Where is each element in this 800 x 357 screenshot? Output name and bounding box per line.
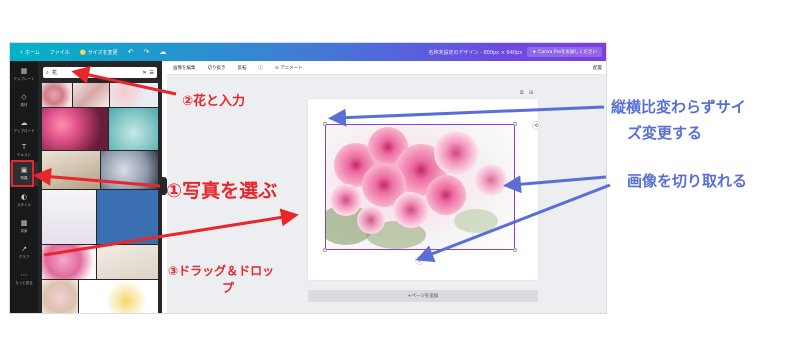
rail-label: もっと見る xyxy=(15,281,33,285)
cloud-save-button[interactable]: ☁ xyxy=(154,47,171,56)
photo-thumbnail[interactable] xyxy=(110,83,158,107)
photo-thumbnail[interactable] xyxy=(101,151,158,189)
rail-label: テキスト xyxy=(17,153,31,157)
canva-editor-window: ‹ ホーム ファイル ● サイズを変更 ↶ ↷ ☁ 名称未設定のデザイン - 8… xyxy=(9,42,607,314)
rotate-handle[interactable]: ↻ xyxy=(415,256,424,265)
photo-thumbnail[interactable] xyxy=(73,83,109,107)
resize-handle-top-left[interactable] xyxy=(323,122,327,126)
rail-item-styles[interactable]: ◐ スタイル xyxy=(10,189,38,213)
annotation-step1: ①写真を選ぶ xyxy=(166,180,278,202)
photo-thumbnail[interactable] xyxy=(42,108,108,150)
editor-toolbar: 画像を編集 切り抜き 反転 ⓘ ⊙ アニメート 配置 xyxy=(167,61,606,75)
rail-item-uploads[interactable]: ☁ アップロード xyxy=(10,115,38,139)
rail-item-charts[interactable]: ↗ グラフ xyxy=(10,241,38,265)
redo-button[interactable]: ↷ xyxy=(139,47,155,56)
crop-button[interactable]: 切り抜き xyxy=(202,65,232,71)
rail-label: スタイル xyxy=(17,203,31,207)
info-icon[interactable]: ⓘ xyxy=(253,65,270,71)
home-label: ホーム xyxy=(24,49,40,56)
annotation-resize-line2: ズ変更する xyxy=(627,124,703,142)
copy-style-button[interactable]: ⟲ xyxy=(532,121,541,130)
search-input[interactable]: ⌕ 花 ✕ ☰ xyxy=(43,67,157,78)
file-menu[interactable]: ファイル xyxy=(45,49,75,56)
side-rail: ▦ テンプレート ◇ 素材 ☁ アップロード T テキスト ▣ 写真 ◐ スタイ… xyxy=(10,61,38,313)
flip-button[interactable]: 反転 xyxy=(232,65,253,71)
rail-label: アップロード xyxy=(13,129,35,133)
undo-button[interactable]: ↶ xyxy=(123,47,139,56)
flower-photo xyxy=(326,125,514,249)
annotation-resize-line1: 縦横比変わらずサイ xyxy=(611,98,746,116)
rotate-icon: ↻ xyxy=(417,257,422,264)
photos-highlight-box xyxy=(11,160,34,187)
file-label: ファイル xyxy=(49,49,70,56)
resize-handle-bottom-left[interactable] xyxy=(323,248,327,252)
photo-thumbnail[interactable] xyxy=(42,190,96,244)
photo-thumbnail[interactable] xyxy=(97,190,158,244)
placed-flower-image[interactable] xyxy=(325,124,515,250)
annotation-crop-note: 画像を切り取れる xyxy=(627,172,748,190)
upload-icon: ☁ xyxy=(20,119,28,127)
resize-handle-top-right[interactable] xyxy=(513,122,517,126)
rail-item-background[interactable]: ▩ 背景 xyxy=(10,215,38,239)
chart-icon: ↗ xyxy=(21,245,27,253)
photo-thumbnail[interactable] xyxy=(42,83,72,107)
undo-icon: ↶ xyxy=(127,47,134,56)
photo-thumbnail[interactable] xyxy=(109,108,158,150)
animate-label: アニメート xyxy=(280,65,303,71)
annotation-step2: ②花と入力 xyxy=(182,94,246,109)
rail-item-more[interactable]: ⋯ もっと見る xyxy=(10,267,38,291)
home-button[interactable]: ‹ ホーム xyxy=(15,47,45,56)
rail-item-elements[interactable]: ◇ 素材 xyxy=(10,89,38,113)
rail-item-templates[interactable]: ▦ テンプレート xyxy=(10,63,38,87)
photo-thumbnail[interactable] xyxy=(79,280,158,313)
top-bar: ‹ ホーム ファイル ● サイズを変更 ↶ ↷ ☁ 名称未設定のデザイン - 8… xyxy=(10,43,606,61)
photo-thumbnail[interactable] xyxy=(42,151,100,189)
text-icon: T xyxy=(21,143,27,151)
animate-button[interactable]: ⊙ アニメート xyxy=(269,65,309,71)
resize-label: サイズを変更 xyxy=(87,49,118,56)
add-page-icon[interactable]: ⊞ xyxy=(529,90,533,96)
edit-image-button[interactable]: 画像を編集 xyxy=(167,65,202,71)
template-icon: ▦ xyxy=(20,67,28,75)
duplicate-page-icon[interactable]: ⧉ xyxy=(520,90,524,96)
rail-label: 素材 xyxy=(20,103,28,107)
refresh-icon: ⟲ xyxy=(534,122,539,129)
photo-thumbnail[interactable] xyxy=(42,280,78,313)
rail-label: テンプレート xyxy=(13,77,35,81)
rail-label: 背景 xyxy=(20,229,28,233)
filter-icon[interactable]: ☰ xyxy=(150,70,154,76)
chevron-left-icon: ‹ xyxy=(20,47,23,56)
annotation-step3-line2: プ xyxy=(222,281,235,295)
search-value: 花 xyxy=(51,70,57,76)
background-icon: ▩ xyxy=(20,219,28,227)
animate-icon: ⊙ xyxy=(275,65,279,71)
search-icon: ⌕ xyxy=(46,69,49,76)
redo-icon: ↷ xyxy=(143,47,150,56)
photo-thumbnail[interactable] xyxy=(97,245,158,279)
document-title[interactable]: 名称未設定のデザイン - 800px × 640px xyxy=(423,49,527,56)
cloud-icon: ☁ xyxy=(159,47,167,56)
photo-thumbnail-selected[interactable] xyxy=(42,245,96,279)
try-pro-button[interactable]: ★ Canva Proをお試しください xyxy=(527,47,602,57)
more-icon: ⋯ xyxy=(20,271,28,279)
position-button[interactable]: 配置 xyxy=(587,65,606,71)
annotation-step3-line1: ③ドラッグ＆ドロッ xyxy=(168,264,275,278)
shapes-icon: ◇ xyxy=(21,93,27,101)
add-page-button[interactable]: +ページを追加 xyxy=(308,290,538,302)
photo-panel: ⌕ 花 ✕ ☰ xyxy=(38,61,162,313)
try-pro-label: Canva Proをお試しください xyxy=(538,50,597,55)
crown-icon: ● xyxy=(79,47,86,56)
star-icon: ★ xyxy=(532,49,537,55)
rail-label: グラフ xyxy=(18,255,30,259)
resize-button[interactable]: ● サイズを変更 xyxy=(75,47,123,56)
resize-handle-bottom-right[interactable] xyxy=(513,248,517,252)
palette-icon: ◐ xyxy=(20,193,28,201)
clear-icon[interactable]: ✕ xyxy=(142,70,146,76)
design-page[interactable]: ↻ ⟲ xyxy=(308,99,541,280)
